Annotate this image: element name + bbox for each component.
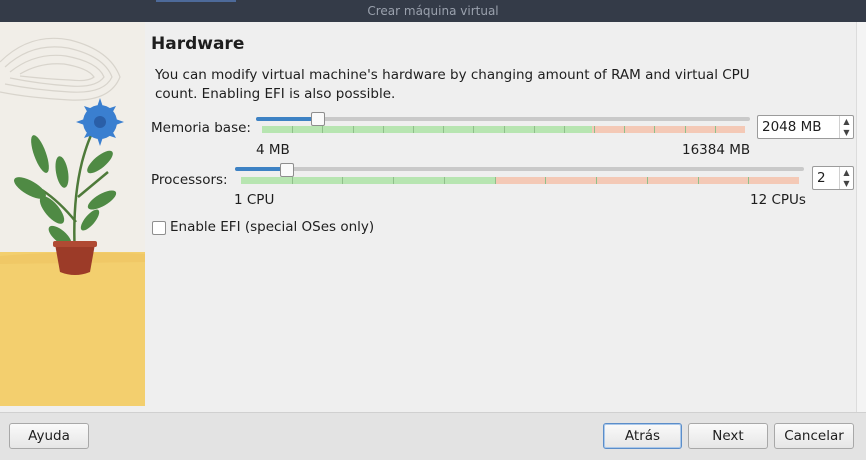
- memory-tick: [624, 126, 625, 133]
- memory-slider-fill: [256, 117, 318, 121]
- memory-tick: [383, 126, 384, 133]
- memory-tick: [594, 126, 595, 133]
- memory-slider-handle[interactable]: [310, 112, 325, 126]
- back-button[interactable]: Atrás: [603, 423, 682, 449]
- processors-tick: [748, 177, 749, 184]
- memory-slider-track[interactable]: [256, 117, 750, 121]
- memory-slider-scale: [262, 126, 745, 133]
- processors-tick: [647, 177, 648, 184]
- wizard-banner-image: [0, 22, 145, 406]
- title-bar-accent: [156, 0, 236, 2]
- memory-min-label: 4 MB: [256, 142, 290, 158]
- memory-spinbox[interactable]: 2048 MB ▲ ▼: [757, 115, 854, 139]
- cancel-button[interactable]: Cancelar: [774, 423, 854, 449]
- processors-tick: [596, 177, 597, 184]
- processors-spinbox-value[interactable]: 2: [817, 170, 826, 186]
- memory-spinbox-arrows: ▲ ▼: [839, 116, 853, 138]
- processors-decrement-icon[interactable]: ▼: [841, 178, 852, 189]
- memory-spinbox-value[interactable]: 2048 MB: [762, 119, 822, 135]
- processors-recommended-zone: [241, 177, 495, 184]
- memory-tick: [443, 126, 444, 133]
- processors-spinbox-arrows: ▲ ▼: [839, 167, 853, 189]
- hardware-page: Hardware You can modify virtual machine'…: [145, 22, 856, 412]
- processors-spinbox[interactable]: 2 ▲ ▼: [812, 166, 854, 190]
- plant-illustration: [0, 22, 145, 406]
- memory-tick: [473, 126, 474, 133]
- memory-max-label: 16384 MB: [682, 142, 751, 158]
- processors-tick: [698, 177, 699, 184]
- memory-tick: [564, 126, 565, 133]
- title-bar: Crear máquina virtual: [0, 0, 866, 22]
- memory-tick: [534, 126, 535, 133]
- memory-tick: [715, 126, 716, 133]
- page-title: Hardware: [151, 34, 245, 54]
- memory-label: Memoria base:: [151, 120, 251, 136]
- processors-increment-icon[interactable]: ▲: [841, 167, 852, 178]
- memory-recommended-zone: [262, 126, 592, 133]
- page-description: You can modify virtual machine's hardwar…: [155, 66, 755, 104]
- processors-min-label: 1 CPU: [234, 192, 275, 208]
- memory-tick: [322, 126, 323, 133]
- memory-tick: [504, 126, 505, 133]
- page-description-line-2: count. Enabling EFI is also possible.: [155, 86, 396, 102]
- right-edge-panel: [856, 22, 866, 412]
- processors-label: Processors:: [151, 172, 228, 188]
- memory-decrement-icon[interactable]: ▼: [841, 127, 852, 138]
- memory-tick: [654, 126, 655, 133]
- memory-tick: [413, 126, 414, 133]
- processors-max-label: 12 CPUs: [750, 192, 806, 208]
- processors-slider-scale: [241, 177, 799, 184]
- processors-tick: [393, 177, 394, 184]
- memory-tick: [685, 126, 686, 133]
- processors-slider-handle[interactable]: [279, 163, 294, 177]
- processors-tick: [444, 177, 445, 184]
- processors-slider-fill: [235, 167, 287, 171]
- help-button[interactable]: Ayuda: [9, 423, 89, 449]
- memory-tick: [292, 126, 293, 133]
- next-button[interactable]: Next: [688, 423, 768, 449]
- efi-checkbox[interactable]: [152, 221, 166, 235]
- window-title: Crear máquina virtual: [367, 4, 499, 18]
- memory-increment-icon[interactable]: ▲: [841, 116, 852, 127]
- processors-slider-track[interactable]: [235, 167, 804, 171]
- processors-tick: [495, 177, 496, 184]
- memory-warning-zone: [592, 126, 745, 133]
- page-description-line-1: You can modify virtual machine's hardwar…: [155, 67, 750, 83]
- processors-tick: [342, 177, 343, 184]
- memory-tick: [353, 126, 354, 133]
- processors-tick: [545, 177, 546, 184]
- efi-checkbox-label[interactable]: Enable EFI (special OSes only): [170, 219, 374, 235]
- processors-tick: [292, 177, 293, 184]
- wizard-footer: Ayuda Atrás Next Cancelar: [0, 412, 866, 460]
